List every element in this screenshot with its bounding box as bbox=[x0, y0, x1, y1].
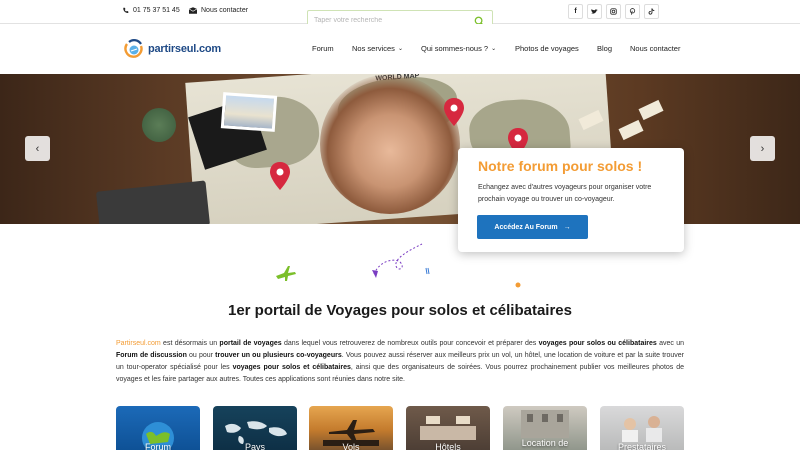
site-logo[interactable]: partirseul.com bbox=[123, 38, 221, 60]
map-pin-icon bbox=[270, 162, 290, 190]
tile-car-rental[interactable]: Location de bbox=[503, 406, 587, 450]
card-title: Notre forum pour solos ! bbox=[478, 158, 643, 174]
intro-paragraph: Partirseul.com est désormais un portail … bbox=[116, 338, 684, 386]
hotel-room-illustration bbox=[420, 416, 476, 440]
phone-icon bbox=[123, 7, 129, 13]
forum-promo-card: Notre forum pour solos ! Echangez avec d… bbox=[458, 148, 684, 252]
airplane-silhouette-icon bbox=[323, 420, 379, 446]
button-label: Accédez Au Forum bbox=[494, 223, 558, 231]
social-links: f bbox=[568, 4, 659, 19]
luggage-tag bbox=[638, 99, 664, 121]
mail-icon bbox=[189, 7, 197, 14]
service-tiles: Forum Pays Vols Hôtels Location de Prest… bbox=[116, 406, 684, 450]
nav-item-forum[interactable]: Forum bbox=[312, 44, 334, 53]
nav-label: Nous contacter bbox=[630, 44, 681, 53]
tile-forum[interactable]: Forum bbox=[116, 406, 200, 450]
tile-providers[interactable]: Prestataires bbox=[600, 406, 684, 450]
nav-item-blog[interactable]: Blog bbox=[597, 44, 612, 53]
para-bold: voyages pour solos ou célibataires bbox=[538, 340, 657, 347]
building-illustration bbox=[521, 410, 569, 438]
phone-text: 01 75 37 51 45 bbox=[133, 7, 180, 14]
hero-hands bbox=[320, 74, 460, 214]
tile-label: Pays bbox=[244, 442, 265, 450]
brand-link[interactable]: Partirseul.com bbox=[116, 340, 161, 347]
people-illustration bbox=[622, 416, 662, 442]
chevron-left-icon: ‹ bbox=[35, 142, 40, 155]
facebook-icon[interactable]: f bbox=[568, 4, 583, 19]
nav-label: Blog bbox=[597, 44, 613, 53]
para-bold: Forum de discussion bbox=[116, 352, 187, 359]
tile-label: Prestataires bbox=[617, 442, 667, 450]
nav-item-photos[interactable]: Photos de voyages bbox=[515, 44, 579, 53]
airplane-icon bbox=[276, 266, 296, 281]
page-heading: 1er portail de Voyages pour solos et cél… bbox=[227, 302, 572, 319]
para-bold: trouver un ou plusieurs co-voyageurs bbox=[215, 352, 342, 359]
tile-label: Hôtels bbox=[435, 442, 461, 450]
nav-label: Qui sommes-nous ? bbox=[421, 44, 489, 53]
hero-photo bbox=[220, 92, 278, 132]
nav-label: Photos de voyages bbox=[515, 44, 579, 53]
nav-item-contact[interactable]: Nous contacter bbox=[630, 44, 680, 53]
chevron-down-icon: ⌄ bbox=[491, 46, 497, 52]
luggage-tag bbox=[618, 119, 644, 141]
chevron-right-icon: › bbox=[760, 142, 765, 155]
para-bold: portail de voyages bbox=[219, 340, 282, 347]
contact-link-top[interactable]: Nous contacter bbox=[189, 7, 248, 14]
top-bar: 01 75 37 51 45 Nous contacter f bbox=[0, 0, 800, 30]
phone-number[interactable]: 01 75 37 51 45 bbox=[122, 7, 180, 14]
main-navigation: partirseul.com Forum Nos services ⌄ Qui s… bbox=[0, 24, 800, 74]
nav-label: Forum bbox=[312, 44, 334, 53]
tile-flights[interactable]: Vols bbox=[309, 406, 393, 450]
tile-hotels[interactable]: Hôtels bbox=[406, 406, 490, 450]
para-text: dans lequel vous retrouverez de nombreux… bbox=[281, 340, 539, 347]
instagram-icon[interactable] bbox=[606, 4, 621, 19]
card-text: Echangez avec d'autres voyageurs pour or… bbox=[478, 184, 652, 203]
logo-icon bbox=[124, 39, 143, 58]
hero-book bbox=[95, 180, 211, 224]
hero-plant bbox=[142, 108, 176, 142]
tile-label: Location de bbox=[521, 438, 569, 448]
contact-text: Nous contacter bbox=[201, 7, 249, 14]
nav-item-about[interactable]: Qui sommes-nous ? ⌄ bbox=[421, 44, 496, 53]
tile-label: Vols bbox=[342, 442, 360, 450]
sun-icon bbox=[515, 282, 521, 288]
logo-text: partirseul.com bbox=[148, 43, 222, 55]
nav-item-services[interactable]: Nos services ⌄ bbox=[352, 44, 403, 53]
para-text: ou pour bbox=[186, 352, 216, 359]
twitter-icon[interactable] bbox=[587, 4, 602, 19]
flight-path-icon bbox=[372, 243, 430, 278]
slider-next-button[interactable]: › bbox=[750, 136, 775, 161]
map-pin-icon bbox=[444, 98, 464, 126]
pinterest-icon[interactable] bbox=[625, 4, 640, 19]
arrow-right-icon: → bbox=[563, 223, 571, 231]
para-text: avec un bbox=[656, 340, 685, 347]
tile-label: Forum bbox=[144, 442, 171, 450]
slider-prev-button[interactable]: ‹ bbox=[25, 136, 50, 161]
tiktok-icon[interactable] bbox=[644, 4, 659, 19]
nav-label: Nos services bbox=[352, 44, 395, 53]
para-text: est désormais un bbox=[160, 340, 220, 347]
para-bold: voyages pour solos et célibataires bbox=[232, 364, 351, 371]
tile-countries[interactable]: Pays bbox=[213, 406, 297, 450]
forum-access-button[interactable]: Accédez Au Forum → bbox=[477, 215, 588, 239]
chevron-down-icon: ⌄ bbox=[397, 46, 403, 52]
